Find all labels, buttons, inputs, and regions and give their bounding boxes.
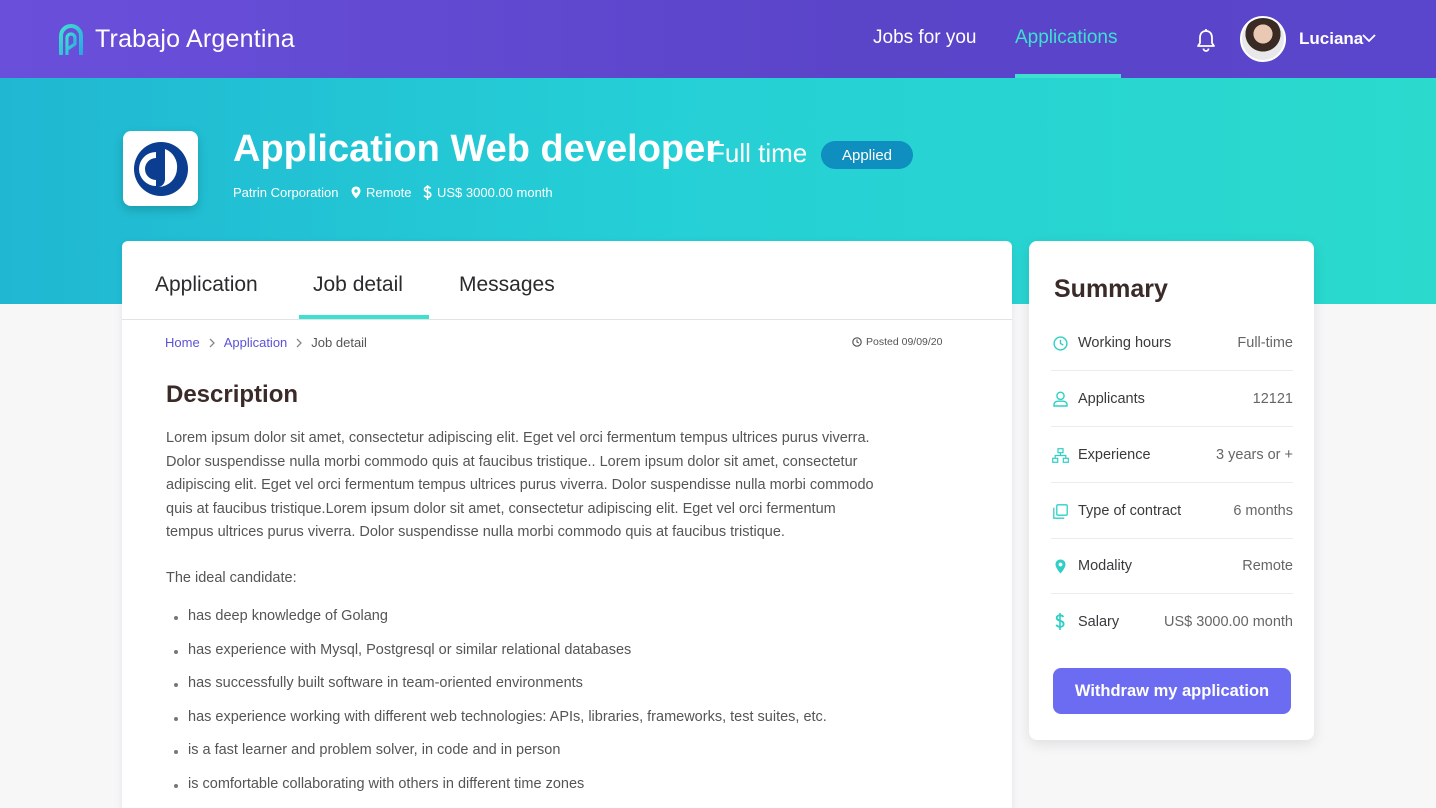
ideal-candidate-intro: The ideal candidate: xyxy=(166,570,297,586)
list-item: has successfully built software in team-… xyxy=(174,675,827,709)
job-salary: US$ 3000.00 month xyxy=(423,185,553,200)
posted-date-label: Posted 09/09/20 xyxy=(866,336,943,348)
tab-active-indicator xyxy=(299,315,429,319)
description-body: Lorem ipsum dolor sit amet, consectetur … xyxy=(166,430,874,541)
top-navbar: Trabajo Argentina Jobs for you Applicati… xyxy=(0,0,1436,78)
bullet-icon xyxy=(174,616,178,620)
list-item: has experience with Mysql, Postgresql or… xyxy=(174,642,827,676)
withdraw-application-button[interactable]: Withdraw my application xyxy=(1053,668,1291,714)
list-item: has deep knowledge of Golang xyxy=(174,608,827,642)
company-name-label: Patrin Corporation xyxy=(233,185,339,200)
requirement-text: has deep knowledge of Golang xyxy=(188,608,388,624)
bullet-icon xyxy=(174,683,178,688)
job-title: Application Web developer xyxy=(233,128,721,170)
dollar-icon xyxy=(423,185,432,200)
job-salary-label: US$ 3000.00 month xyxy=(437,185,553,200)
job-type: Full time xyxy=(709,138,808,168)
summary-value: 3 years or + xyxy=(1216,447,1293,463)
hierarchy-icon xyxy=(1051,446,1069,464)
dollar-icon xyxy=(1051,613,1069,631)
requirement-text: is comfortable collaborating with others… xyxy=(188,775,585,792)
summary-label: Applicants xyxy=(1078,391,1145,407)
nav-jobs-for-you[interactable]: Jobs for you xyxy=(873,27,977,49)
clock-icon xyxy=(852,337,862,347)
breadcrumb-application[interactable]: Application xyxy=(224,335,288,350)
bullet-icon xyxy=(174,783,178,788)
summary-row-contract: Type of contract 6 months xyxy=(1051,484,1293,539)
requirement-text: has successfully built software in team-… xyxy=(188,675,583,692)
summary-label: Salary xyxy=(1078,613,1120,630)
list-item: is comfortable collaborating with others… xyxy=(174,776,827,808)
summary-value: Full-time xyxy=(1237,335,1293,351)
summary-row-modality: Modality Remote xyxy=(1051,539,1293,594)
summary-label: Experience xyxy=(1078,447,1151,463)
list-item: has experience working with different we… xyxy=(174,709,827,743)
summary-label: Modality xyxy=(1078,558,1132,574)
breadcrumb: Home Application Job detail xyxy=(165,335,367,350)
description-title: Description xyxy=(166,381,299,408)
location-pin-icon xyxy=(1051,557,1069,575)
summary-value: 6 months xyxy=(1233,503,1293,519)
status-badge: Applied xyxy=(821,141,913,169)
bell-icon[interactable] xyxy=(1195,28,1217,52)
brand-name: Trabajo Argentina xyxy=(95,25,295,53)
location-pin-icon xyxy=(351,186,361,199)
company-name[interactable]: Patrin Corporation xyxy=(233,185,339,200)
summary-row-salary: Salary US$ 3000.00 month xyxy=(1051,594,1293,649)
breadcrumb-current: Job detail xyxy=(311,335,367,350)
list-item: is a fast learner and problem solver, in… xyxy=(174,742,827,776)
brand[interactable]: Trabajo Argentina xyxy=(58,24,295,55)
summary-label: Working hours xyxy=(1078,335,1172,351)
clock-icon xyxy=(1051,334,1069,352)
requirement-text: is a fast learner and problem solver, in… xyxy=(188,742,561,759)
tab-application[interactable]: Application xyxy=(155,273,258,297)
tab-job-detail[interactable]: Job detail xyxy=(313,273,403,297)
bullet-icon xyxy=(174,750,178,755)
user-icon xyxy=(1051,390,1069,408)
summary-value: Remote xyxy=(1242,558,1293,574)
requirement-text: has experience with Mysql, Postgresql or… xyxy=(188,641,632,658)
company-logo-icon xyxy=(133,141,188,196)
summary-label: Type of contract xyxy=(1078,503,1182,519)
summary-row-experience: Experience 3 years or + xyxy=(1051,428,1293,483)
copy-icon xyxy=(1051,502,1069,520)
breadcrumb-home[interactable]: Home xyxy=(165,335,200,350)
summary-title: Summary xyxy=(1054,275,1168,303)
tab-bar: Application Job detail Messages xyxy=(122,241,1012,320)
summary-row-applicants: Applicants 12121 xyxy=(1051,372,1293,427)
company-logo xyxy=(123,131,198,206)
bullet-icon xyxy=(174,716,178,721)
summary-card: Summary Working hours Full-time Applican… xyxy=(1029,241,1314,740)
summary-value: US$ 3000.00 month xyxy=(1164,613,1293,630)
job-detail-card: Application Job detail Messages Home App… xyxy=(122,241,1012,808)
summary-row-working-hours: Working hours Full-time xyxy=(1051,316,1293,371)
user-name[interactable]: Luciana xyxy=(1299,29,1363,49)
job-location-label: Remote xyxy=(366,185,412,200)
posted-date: Posted 09/09/20 xyxy=(852,336,942,348)
nav-applications[interactable]: Applications xyxy=(1015,27,1117,49)
brand-logo-icon xyxy=(59,24,83,55)
requirement-text: has experience working with different we… xyxy=(188,708,827,725)
requirements-list: has deep knowledge of Golang has experie… xyxy=(174,608,827,808)
job-location: Remote xyxy=(351,185,412,200)
chevron-down-icon[interactable] xyxy=(1362,33,1376,43)
avatar[interactable] xyxy=(1240,16,1286,62)
chevron-right-icon xyxy=(296,338,303,347)
bullet-icon xyxy=(174,649,178,654)
summary-value: 12121 xyxy=(1252,391,1293,407)
tab-messages[interactable]: Messages xyxy=(459,273,555,297)
chevron-right-icon xyxy=(209,338,215,347)
